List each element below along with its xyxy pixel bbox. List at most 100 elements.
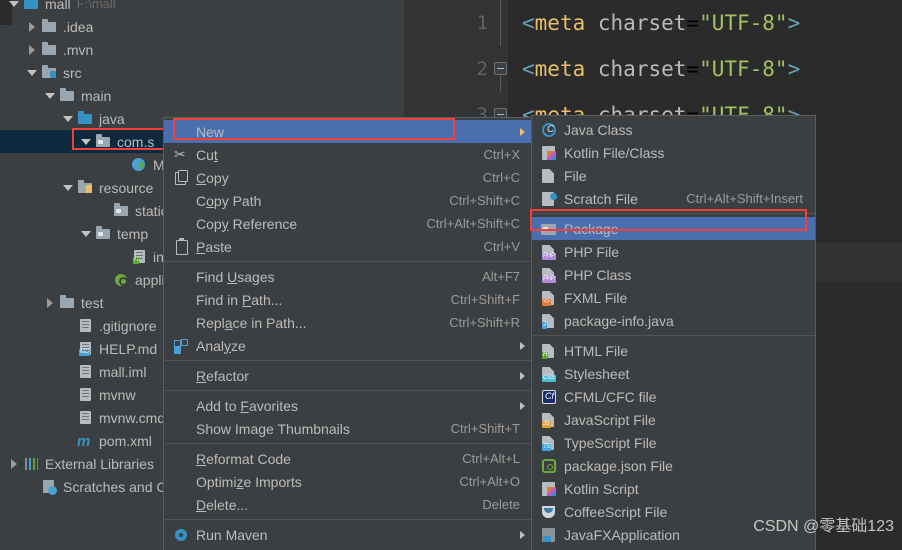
menu-item[interactable]: Analyze: [164, 334, 532, 357]
menu-item[interactable]: Paste Ctrl+V: [164, 235, 532, 258]
submenu-item[interactable]: Jpackage-info.java: [532, 309, 815, 332]
submenu-arrow-icon: [520, 402, 525, 410]
html-file-icon: H: [540, 343, 558, 359]
paste-icon: [172, 237, 190, 255]
submenu-item[interactable]: JSingleton: [532, 546, 815, 550]
fold-guide-line: [500, 75, 501, 92]
submenu-item[interactable]: H HTML File: [532, 339, 815, 362]
submenu-item-label: PHP Class: [564, 266, 632, 283]
chevron-down-icon[interactable]: [26, 66, 39, 79]
menu-item-label: Copy: [196, 169, 229, 186]
tree-row[interactable]: main: [0, 84, 404, 107]
code-line: 1 <meta charset="UTF-8">: [404, 0, 902, 46]
menu-item[interactable]: Copy Ctrl+C: [164, 166, 532, 189]
tree-row-label: main: [81, 87, 112, 104]
spring-config-icon: [113, 272, 130, 287]
chevron-down-icon[interactable]: [44, 89, 57, 102]
menu-item[interactable]: Reformat Code Ctrl+Alt+L: [164, 447, 532, 470]
menu-item-icon-placeholder: [172, 193, 190, 209]
submenu-item[interactable]: <> FXML File: [532, 286, 815, 309]
menu-item[interactable]: Cut Ctrl+X: [164, 143, 532, 166]
menu-item[interactable]: Add to Favorites: [164, 394, 532, 417]
submenu-item-label: package.json File: [564, 457, 673, 474]
menu-item[interactable]: Find in Path... Ctrl+Shift+F: [164, 288, 532, 311]
twisty-placeholder: [116, 250, 129, 263]
twisty-placeholder: [26, 480, 39, 493]
submenu-item[interactable]: CSS Stylesheet: [532, 362, 815, 385]
chevron-down-icon[interactable]: [62, 112, 75, 125]
submenu-item[interactable]: Kotlin Script: [532, 477, 815, 500]
new-submenu[interactable]: Java Class Kotlin File/Class File Scratch F…: [531, 115, 816, 550]
submenu-arrow-icon: [520, 531, 525, 539]
maven-pom-icon: m: [77, 433, 91, 450]
submenu-item[interactable]: Kotlin File/Class: [532, 141, 815, 164]
chevron-right-icon[interactable]: [44, 296, 57, 309]
submenu-item[interactable]: Package: [532, 217, 815, 240]
submenu-item-label: File: [564, 167, 587, 184]
submenu-arrow-icon: [520, 128, 525, 136]
chevron-down-icon[interactable]: [8, 0, 21, 10]
submenu-item-label: HTML File: [564, 342, 629, 359]
menu-item-label: Paste: [196, 238, 232, 255]
chevron-right-icon[interactable]: [8, 457, 21, 470]
submenu-item[interactable]: PHP PHP File: [532, 240, 815, 263]
submenu-item[interactable]: CFML/CFC file: [532, 385, 815, 408]
tree-row[interactable]: .mvn: [0, 38, 404, 61]
submenu-item[interactable]: Java Class: [532, 118, 815, 141]
menu-item[interactable]: Copy Path Ctrl+Shift+C: [164, 189, 532, 212]
menu-item-icon-placeholder: [172, 269, 190, 285]
menu-item[interactable]: Copy Reference Ctrl+Alt+Shift+C: [164, 212, 532, 235]
submenu-arrow-icon: [520, 342, 525, 350]
menu-item-label: Delete...: [196, 496, 249, 513]
chevron-right-icon[interactable]: [26, 43, 39, 56]
submenu-arrow-icon: [520, 372, 525, 380]
menu-item[interactable]: Optimize Imports Ctrl+Alt+O: [164, 470, 532, 493]
menu-item[interactable]: Debug Maven: [164, 546, 532, 550]
submenu-item-label: Java Class: [564, 121, 633, 138]
menu-item[interactable]: Refactor: [164, 364, 532, 387]
menu-item-label: Show Image Thumbnails: [196, 420, 350, 437]
menu-item-label: Add to Favorites: [196, 397, 298, 414]
chevron-down-icon[interactable]: [80, 227, 93, 240]
file-icon: [77, 410, 94, 425]
analyze-icon: [172, 338, 190, 354]
menu-item[interactable]: Show Image Thumbnails Ctrl+Shift+T: [164, 417, 532, 440]
menu-item[interactable]: Run Maven: [164, 523, 532, 546]
submenu-item[interactable]: Scratch File Ctrl+Alt+Shift+Insert: [532, 187, 815, 210]
submenu-item[interactable]: package.json File: [532, 454, 815, 477]
menu-item-label: Find Usages: [196, 268, 275, 285]
tree-row-label: mvnw.cmd: [99, 409, 166, 426]
context-menu[interactable]: New Cut Ctrl+X Copy Ctrl+C Copy Path Ctrl+Shif…: [163, 117, 533, 550]
menu-item[interactable]: Find Usages Alt+F7: [164, 265, 532, 288]
menu-item-shortcut: Ctrl+Alt+L: [462, 451, 520, 466]
submenu-item[interactable]: File: [532, 164, 815, 187]
menu-separator: [164, 443, 532, 444]
code-fold-toggle-icon[interactable]: [494, 62, 507, 75]
submenu-item[interactable]: TS TypeScript File: [532, 431, 815, 454]
php-file-icon: PHP: [540, 244, 558, 260]
tree-row[interactable]: .idea: [0, 15, 404, 38]
menu-item[interactable]: New: [164, 120, 532, 143]
menu-item-shortcut: Ctrl+X: [483, 147, 520, 162]
menu-item[interactable]: Replace in Path... Ctrl+Shift+R: [164, 311, 532, 334]
chevron-down-icon[interactable]: [62, 181, 75, 194]
kotlin-file-icon: [540, 145, 558, 161]
tree-row[interactable]: mall F:\mall: [0, 0, 404, 15]
submenu-item[interactable]: PHP PHP Class: [532, 263, 815, 286]
tree-row-label: appli: [135, 271, 165, 288]
tree-row[interactable]: src: [0, 61, 404, 84]
menu-item[interactable]: Delete... Delete: [164, 493, 532, 516]
submenu-item-label: TypeScript File: [564, 434, 657, 451]
copy-icon: [172, 169, 190, 186]
chevron-down-icon[interactable]: [80, 135, 93, 148]
submenu-item[interactable]: JS JavaScript File: [532, 408, 815, 431]
coffeescript-icon: [540, 504, 558, 520]
submenu-item-label: JavaScript File: [564, 411, 656, 428]
folder-icon: [59, 88, 76, 103]
cfml-file-icon: [540, 389, 558, 405]
php-class-icon: PHP: [540, 267, 558, 283]
chevron-right-icon[interactable]: [26, 20, 39, 33]
menu-item-shortcut: Ctrl+Shift+F: [450, 292, 520, 307]
submenu-item-label: FXML File: [564, 289, 628, 306]
menu-item-icon-placeholder: [172, 421, 190, 437]
